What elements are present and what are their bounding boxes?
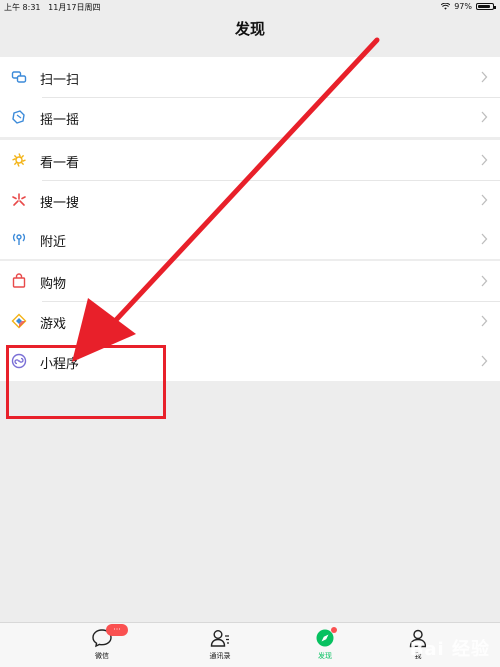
menu-item-games[interactable]: 游戏 (0, 301, 500, 341)
group-nearby: 附近 (0, 219, 500, 259)
notification-dot (331, 627, 337, 633)
menu-item-scan[interactable]: 扫一扫 (0, 57, 500, 97)
tab-discover[interactable]: 发现 (295, 627, 355, 661)
tab-contacts[interactable]: 通讯录 (190, 627, 250, 661)
status-date: 11月17日周四 (48, 3, 101, 12)
status-bar: 上午 8:31 11月17日周四 97% (0, 0, 500, 14)
look-icon (12, 153, 26, 167)
menu-item-look[interactable]: 看一看 (0, 140, 500, 180)
chevron-right-icon (481, 194, 488, 206)
tab-chats[interactable]: ··· 微信 (72, 624, 132, 661)
chevron-right-icon (481, 71, 488, 83)
menu-item-shopping[interactable]: 购物 (0, 261, 500, 301)
search-icon (12, 193, 26, 206)
chevron-right-icon (481, 315, 488, 327)
menu-item-search[interactable]: 搜一搜 (0, 180, 500, 220)
chevron-right-icon (481, 355, 488, 367)
status-time-date: 上午 8:31 11月17日周四 (4, 2, 101, 13)
baidu-jingyan-watermark: Bai 经验 (409, 639, 490, 660)
unread-badge: ··· (106, 624, 128, 636)
tab-bar: ··· 微信 通讯录 发现 我 Bai 经验 (0, 622, 500, 667)
chevron-right-icon (481, 154, 488, 166)
menu-label: 游戏 (40, 317, 67, 332)
menu-label: 摇一摇 (40, 113, 80, 128)
menu-label: 看一看 (40, 156, 80, 171)
group-scan-shake: 扫一扫 摇一摇 (0, 57, 500, 137)
chevron-right-icon (481, 233, 488, 245)
menu-label: 扫一扫 (40, 73, 80, 88)
nearby-icon (12, 233, 26, 245)
menu-item-shake[interactable]: 摇一摇 (0, 97, 500, 137)
shopping-bag-icon (12, 273, 26, 288)
chevron-right-icon (481, 111, 488, 123)
scan-icon (11, 71, 27, 83)
page-title: 发现 (234, 20, 265, 38)
tab-label: 通讯录 (209, 652, 231, 660)
menu-label: 搜一搜 (40, 196, 80, 211)
wifi-icon (441, 3, 451, 10)
shake-icon (12, 110, 25, 124)
menu-label: 附近 (40, 235, 67, 250)
chevron-right-icon (481, 275, 488, 287)
game-icon (11, 313, 27, 329)
group-look-search: 看一看 搜一搜 (0, 140, 500, 220)
group-shopping-games: 购物 游戏 (0, 261, 500, 341)
menu-item-nearby[interactable]: 附近 (0, 219, 500, 259)
contacts-icon (210, 630, 229, 647)
menu-label: 购物 (40, 277, 67, 292)
annotation-highlight-box (6, 345, 166, 419)
status-time: 上午 8:31 (4, 3, 41, 12)
tab-label: 微信 (95, 652, 109, 660)
battery-percent: 97% (454, 2, 472, 11)
tab-label: 发现 (318, 652, 332, 660)
status-right: 97% (441, 2, 496, 11)
battery-icon (476, 3, 496, 10)
